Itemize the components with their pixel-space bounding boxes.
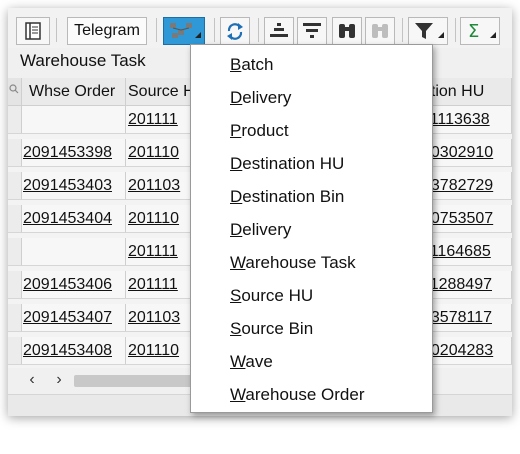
menu-item[interactable]: Warehouse Order bbox=[230, 383, 365, 407]
menu-item-accelerator: S bbox=[230, 286, 242, 305]
scrollbar-thumb[interactable] bbox=[74, 375, 204, 387]
cell-whse-order bbox=[22, 106, 126, 134]
menu-item-accelerator: D bbox=[230, 88, 243, 107]
find-icon bbox=[339, 24, 355, 38]
svg-text:Σ: Σ bbox=[468, 21, 479, 42]
row-selector[interactable] bbox=[8, 304, 22, 332]
details-button[interactable] bbox=[16, 17, 50, 45]
filter-icon bbox=[415, 23, 444, 39]
menu-item-accelerator: W bbox=[230, 352, 246, 371]
find-button[interactable] bbox=[332, 17, 362, 45]
menu-item[interactable]: Source HU bbox=[230, 284, 313, 308]
align-center-button[interactable] bbox=[264, 17, 294, 45]
menu-item[interactable]: Destination HU bbox=[230, 152, 344, 176]
menu-item-accelerator: W bbox=[230, 385, 246, 404]
menu-item-accelerator: D bbox=[230, 154, 243, 173]
scroll-right-button[interactable]: › bbox=[49, 371, 69, 389]
toolbar: Telegram Σ bbox=[8, 8, 512, 49]
filter-dropdown-button[interactable] bbox=[408, 17, 448, 45]
menu-item[interactable]: Wave bbox=[230, 350, 273, 374]
details-icon bbox=[25, 22, 41, 40]
row-selector[interactable] bbox=[8, 139, 22, 167]
cell-whse-order[interactable]: 2091453408 bbox=[22, 337, 126, 365]
find-next-button[interactable] bbox=[365, 17, 395, 45]
align-center-icon bbox=[270, 23, 288, 37]
menu-item-accelerator: D bbox=[230, 187, 243, 206]
refresh-button[interactable] bbox=[220, 17, 250, 45]
align-icon bbox=[303, 23, 321, 38]
cell-whse-order[interactable]: 2091453404 bbox=[22, 205, 126, 233]
menu-item-label: ave bbox=[245, 352, 273, 371]
menu-item[interactable]: Source Bin bbox=[230, 317, 313, 341]
magnifier-icon bbox=[9, 84, 19, 94]
menu-item[interactable]: Destination Bin bbox=[230, 185, 344, 209]
cell-whse-order[interactable]: 2091453398 bbox=[22, 139, 126, 167]
row-selector[interactable] bbox=[8, 106, 22, 134]
sum-dropdown-button[interactable]: Σ bbox=[460, 17, 500, 45]
grid-corner[interactable] bbox=[8, 78, 22, 106]
menu-item-label: arehouse Task bbox=[245, 253, 356, 272]
sum-icon: Σ bbox=[468, 21, 496, 42]
menu-item-label: roduct bbox=[241, 121, 289, 140]
telegram-button[interactable]: Telegram bbox=[67, 17, 147, 45]
menu-item-accelerator: W bbox=[230, 253, 246, 272]
column-header-whse-order[interactable]: Whse Order bbox=[22, 78, 126, 106]
hierarchy-dropdown-button[interactable] bbox=[163, 17, 205, 45]
hierarchy-dropdown-menu: Batch Delivery Product Destination HU Destin… bbox=[190, 44, 433, 413]
align-button[interactable] bbox=[297, 17, 327, 45]
menu-item-accelerator: D bbox=[230, 220, 243, 239]
menu-item-label: ource Bin bbox=[241, 319, 314, 338]
view-title: Warehouse Task bbox=[20, 51, 146, 70]
cell-whse-order[interactable]: 2091453406 bbox=[22, 271, 126, 299]
menu-item-label: ource HU bbox=[241, 286, 314, 305]
menu-item[interactable]: Delivery bbox=[230, 86, 291, 110]
cell-whse-order[interactable]: 2091453407 bbox=[22, 304, 126, 332]
menu-item-label: estination HU bbox=[242, 154, 345, 173]
menu-item-accelerator: B bbox=[230, 55, 242, 74]
cell-whse-order bbox=[22, 238, 126, 266]
menu-item[interactable]: Delivery bbox=[230, 218, 291, 242]
scroll-left-button[interactable]: ‹ bbox=[22, 371, 42, 389]
row-selector[interactable] bbox=[8, 172, 22, 200]
menu-item-label: elivery bbox=[242, 88, 292, 107]
menu-item-label: estination Bin bbox=[242, 187, 345, 206]
row-selector[interactable] bbox=[8, 205, 22, 233]
menu-item-accelerator: S bbox=[230, 319, 242, 338]
menu-item-label: atch bbox=[241, 55, 274, 74]
row-selector[interactable] bbox=[8, 337, 22, 365]
menu-item[interactable]: Batch bbox=[230, 53, 273, 77]
menu-item-label: arehouse Order bbox=[245, 385, 365, 404]
menu-item-accelerator: P bbox=[230, 121, 242, 140]
menu-item[interactable]: Product bbox=[230, 119, 289, 143]
cell-whse-order[interactable]: 2091453403 bbox=[22, 172, 126, 200]
find-next-icon bbox=[372, 24, 388, 38]
row-selector[interactable] bbox=[8, 271, 22, 299]
hierarchy-icon bbox=[170, 23, 201, 38]
row-selector[interactable] bbox=[8, 238, 22, 266]
menu-item-label: elivery bbox=[242, 220, 292, 239]
menu-item[interactable]: Warehouse Task bbox=[230, 251, 356, 275]
refresh-icon bbox=[227, 23, 243, 40]
